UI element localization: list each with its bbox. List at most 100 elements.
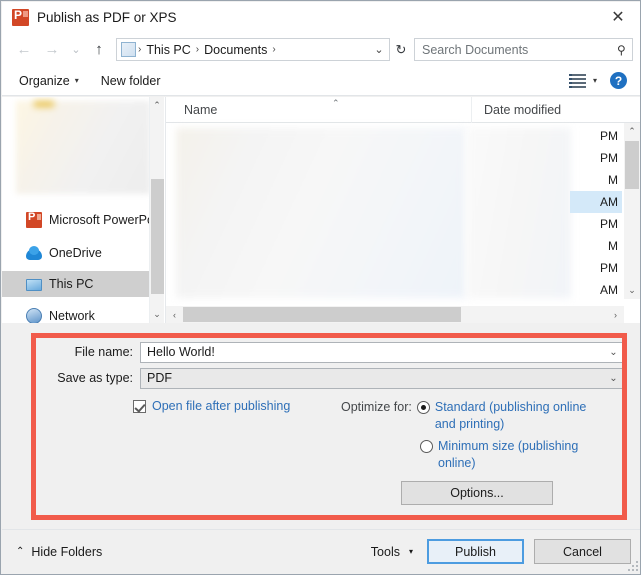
command-bar: Organize ▾ New folder ▾ ? <box>2 66 640 96</box>
breadcrumb-item-documents[interactable]: Documents <box>201 43 270 57</box>
scroll-left-icon[interactable]: ‹ <box>166 310 183 320</box>
content-area: Microsoft PowerPo OneDrive This PC Netwo… <box>2 96 640 323</box>
refresh-icon[interactable]: ↻ <box>390 37 412 63</box>
save-as-type-row: Save as type: PDF ⌄ <box>2 367 623 389</box>
list-item-selected[interactable]: AM <box>570 191 622 213</box>
dialog-footer: ⌃ Hide Folders Tools ▾ Publish Cancel <box>2 529 640 573</box>
this-pc-icon <box>26 279 42 291</box>
sidebar-scrollbar[interactable]: ⌃ ⌄ <box>149 97 164 323</box>
new-folder-label: New folder <box>100 73 161 88</box>
redacted-sidebar-region <box>16 101 150 194</box>
organize-button[interactable]: Organize ▾ <box>14 74 84 88</box>
optimize-minimum-option[interactable]: Minimum size (publishing online) <box>420 438 598 472</box>
sidebar-item-label: This PC <box>49 277 94 291</box>
radio-standard[interactable] <box>416 401 430 414</box>
column-headers: Name Date modified ⌃ <box>166 96 640 123</box>
back-icon[interactable]: ← <box>10 37 38 63</box>
scroll-right-icon[interactable]: › <box>607 310 624 320</box>
save-as-type-value: PDF <box>147 371 172 385</box>
list-item[interactable]: M <box>570 169 622 191</box>
sidebar-item-this-pc[interactable]: This PC <box>2 271 150 297</box>
list-item[interactable]: PM <box>570 257 622 279</box>
scrollbar-thumb[interactable] <box>151 179 164 294</box>
options-button[interactable]: Options... <box>401 481 553 505</box>
publish-button[interactable]: Publish <box>427 539 524 564</box>
optimize-for-group: Optimize for: Standard (publishing onlin… <box>341 399 595 433</box>
file-list-vertical-scrollbar[interactable]: ⌃ ⌄ <box>624 123 640 299</box>
up-one-level-icon[interactable]: ↑ <box>86 37 112 63</box>
tools-button[interactable]: Tools ▾ <box>371 545 413 559</box>
breadcrumb-separator-2: › <box>272 44 276 55</box>
publish-as-pdf-dialog: Publish as PDF or XPS ✕ ← → ⌄ ↑ › This P… <box>0 0 641 575</box>
scrollbar-thumb[interactable] <box>183 307 461 322</box>
scroll-up-icon[interactable]: ⌃ <box>624 123 640 140</box>
list-item[interactable]: PM <box>570 147 622 169</box>
optimize-standard-label: Standard (publishing online and printing… <box>434 400 587 431</box>
sort-ascending-icon: ⌃ <box>332 98 340 108</box>
navigation-pane: Microsoft PowerPo OneDrive This PC Netwo… <box>2 97 166 323</box>
search-placeholder: Search Documents <box>422 42 529 57</box>
chevron-down-icon: ▾ <box>408 547 413 556</box>
optimize-minimum-label: Minimum size (publishing online) <box>438 439 579 470</box>
file-name-input[interactable]: Hello World! ⌄ <box>140 341 623 363</box>
recent-locations-icon[interactable]: ⌄ <box>66 37 86 63</box>
file-name-value: Hello World! <box>147 345 215 359</box>
scroll-up-icon[interactable]: ⌃ <box>150 97 164 114</box>
chevron-down-icon[interactable]: ▾ <box>586 76 604 85</box>
tools-label: Tools <box>370 544 400 559</box>
chevron-down-icon: ▾ <box>74 76 79 85</box>
chevron-down-icon[interactable]: ⌄ <box>605 347 622 358</box>
close-icon[interactable]: ✕ <box>595 2 640 33</box>
hide-folders-button[interactable]: ⌃ Hide Folders <box>16 545 102 559</box>
powerpoint-icon <box>26 211 42 228</box>
window-title: Publish as PDF or XPS <box>37 10 177 25</box>
new-folder-button[interactable]: New folder <box>96 74 166 88</box>
chevron-down-icon[interactable]: ⌄ <box>605 373 622 384</box>
save-as-type-select[interactable]: PDF ⌄ <box>140 367 623 389</box>
forward-icon[interactable]: → <box>38 37 66 63</box>
file-list-pane: Name Date modified ⌃ PM PM M AM PM M PM … <box>166 96 640 323</box>
open-file-after-publishing-label: Open file after publishing <box>152 399 291 413</box>
publish-options-form: File name: Hello World! ⌄ Save as type: … <box>2 323 640 530</box>
list-item[interactable]: M <box>570 235 622 257</box>
scroll-down-icon[interactable]: ⌄ <box>624 282 640 299</box>
redacted-dates-region <box>466 128 571 298</box>
breadcrumb[interactable]: › This PC › Documents › ⌄ <box>116 38 390 61</box>
breadcrumb-item-this-pc[interactable]: This PC <box>143 43 193 57</box>
sidebar-item-microsoft-powerpoint[interactable]: Microsoft PowerPo <box>2 207 150 233</box>
sidebar-item-network[interactable]: Network <box>2 303 150 323</box>
powerpoint-icon <box>12 8 29 26</box>
scrollbar-corner <box>624 306 640 323</box>
breadcrumb-separator-0: › <box>138 44 142 55</box>
cancel-button[interactable]: Cancel <box>534 539 631 564</box>
folder-icon <box>121 42 136 57</box>
view-layout-icon[interactable] <box>569 73 586 88</box>
checkbox-checked-icon[interactable] <box>133 399 146 413</box>
optimize-for-label: Optimize for: <box>341 400 412 414</box>
file-list-horizontal-scrollbar[interactable]: ‹ › <box>166 306 624 323</box>
scrollbar-thumb[interactable] <box>625 141 639 189</box>
resize-grip-icon[interactable] <box>627 560 638 571</box>
radio-minimum-size[interactable] <box>420 440 433 453</box>
file-name-label: File name: <box>74 345 133 359</box>
title-bar: Publish as PDF or XPS ✕ <box>2 2 640 33</box>
list-item[interactable]: AM <box>570 279 622 301</box>
chevron-down-icon[interactable]: ⌄ <box>369 43 389 56</box>
navigation-bar: ← → ⌄ ↑ › This PC › Documents › ⌄ ↻ Sear… <box>2 33 640 66</box>
list-item[interactable]: PM <box>570 213 622 235</box>
column-header-date-modified[interactable]: Date modified <box>472 103 640 117</box>
column-header-name[interactable]: Name <box>166 96 472 123</box>
organize-label: Organize <box>19 73 70 88</box>
breadcrumb-separator-1: › <box>195 44 200 55</box>
redacted-file-names-region <box>176 128 466 298</box>
sidebar-item-onedrive[interactable]: OneDrive <box>2 240 150 266</box>
help-icon[interactable]: ? <box>610 72 627 89</box>
list-item[interactable]: PM <box>570 125 622 147</box>
save-as-type-label: Save as type: <box>57 371 133 385</box>
open-file-after-publishing-checkbox[interactable]: Open file after publishing <box>133 399 290 413</box>
hide-folders-label: Hide Folders <box>31 544 103 559</box>
scroll-down-icon[interactable]: ⌄ <box>150 306 164 323</box>
search-input[interactable]: Search Documents ⚲ <box>414 38 633 61</box>
file-name-row: File name: Hello World! ⌄ <box>2 341 623 363</box>
chevron-up-icon: ⌃ <box>16 546 25 557</box>
